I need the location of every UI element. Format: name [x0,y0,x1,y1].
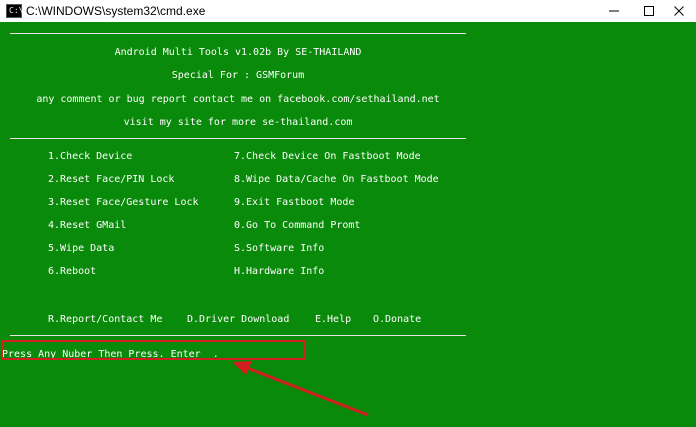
menu-item: H.Hardware Info [234,266,325,277]
menu-item: D.Driver Download [187,314,290,325]
header-special: Special For : GSMForum [171,70,305,81]
menu-item: 3.Reset Face/Gesture Lock [48,197,199,208]
cmd-icon-label: C:\ [9,6,24,15]
menu-item: O.Donate [373,314,422,325]
header-title: Android Multi Tools v1.02b By SE-THAILAN… [114,47,362,58]
menu-item: 6.Reboot [48,266,97,277]
menu-item: 8.Wipe Data/Cache On Fastboot Mode [234,174,439,185]
annotation-highlight-box [1,340,306,360]
menu-item: S.Software Info [234,243,325,254]
menu-item: E.Help [315,314,352,325]
menu-item: R.Report/Contact Me [48,314,163,325]
title-bar[interactable]: C:\ C:\WINDOWS\system32\cmd.exe [0,0,696,22]
divider-top [10,33,466,34]
menu-item: 2.Reset Face/PIN Lock [48,174,175,185]
header-site: visit my site for more se-thailand.com [123,117,353,128]
menu-item: 4.Reset GMail [48,220,127,231]
header-contact: any comment or bug report contact me on … [36,94,440,105]
divider-mid [10,138,466,139]
menu-item: 1.Check Device [48,151,133,162]
menu-item: 7.Check Device On Fastboot Mode [234,151,421,162]
menu-item: 5.Wipe Data [48,243,115,254]
cmd-window: C:\ C:\WINDOWS\system32\cmd.exe Android … [0,0,696,427]
console-area[interactable]: Android Multi Tools v1.02b By SE-THAILAN… [0,22,696,427]
menu-item: 9.Exit Fastboot Mode [234,197,355,208]
minimize-icon [609,10,619,12]
minimize-button[interactable] [594,0,634,22]
close-button[interactable] [662,0,696,22]
close-icon [674,6,684,16]
cmd-icon: C:\ [6,4,24,18]
divider-bottom [10,335,466,336]
maximize-icon [644,6,654,16]
menu-item: 0.Go To Command Promt [234,220,361,231]
window-title: C:\WINDOWS\system32\cmd.exe [26,4,206,18]
